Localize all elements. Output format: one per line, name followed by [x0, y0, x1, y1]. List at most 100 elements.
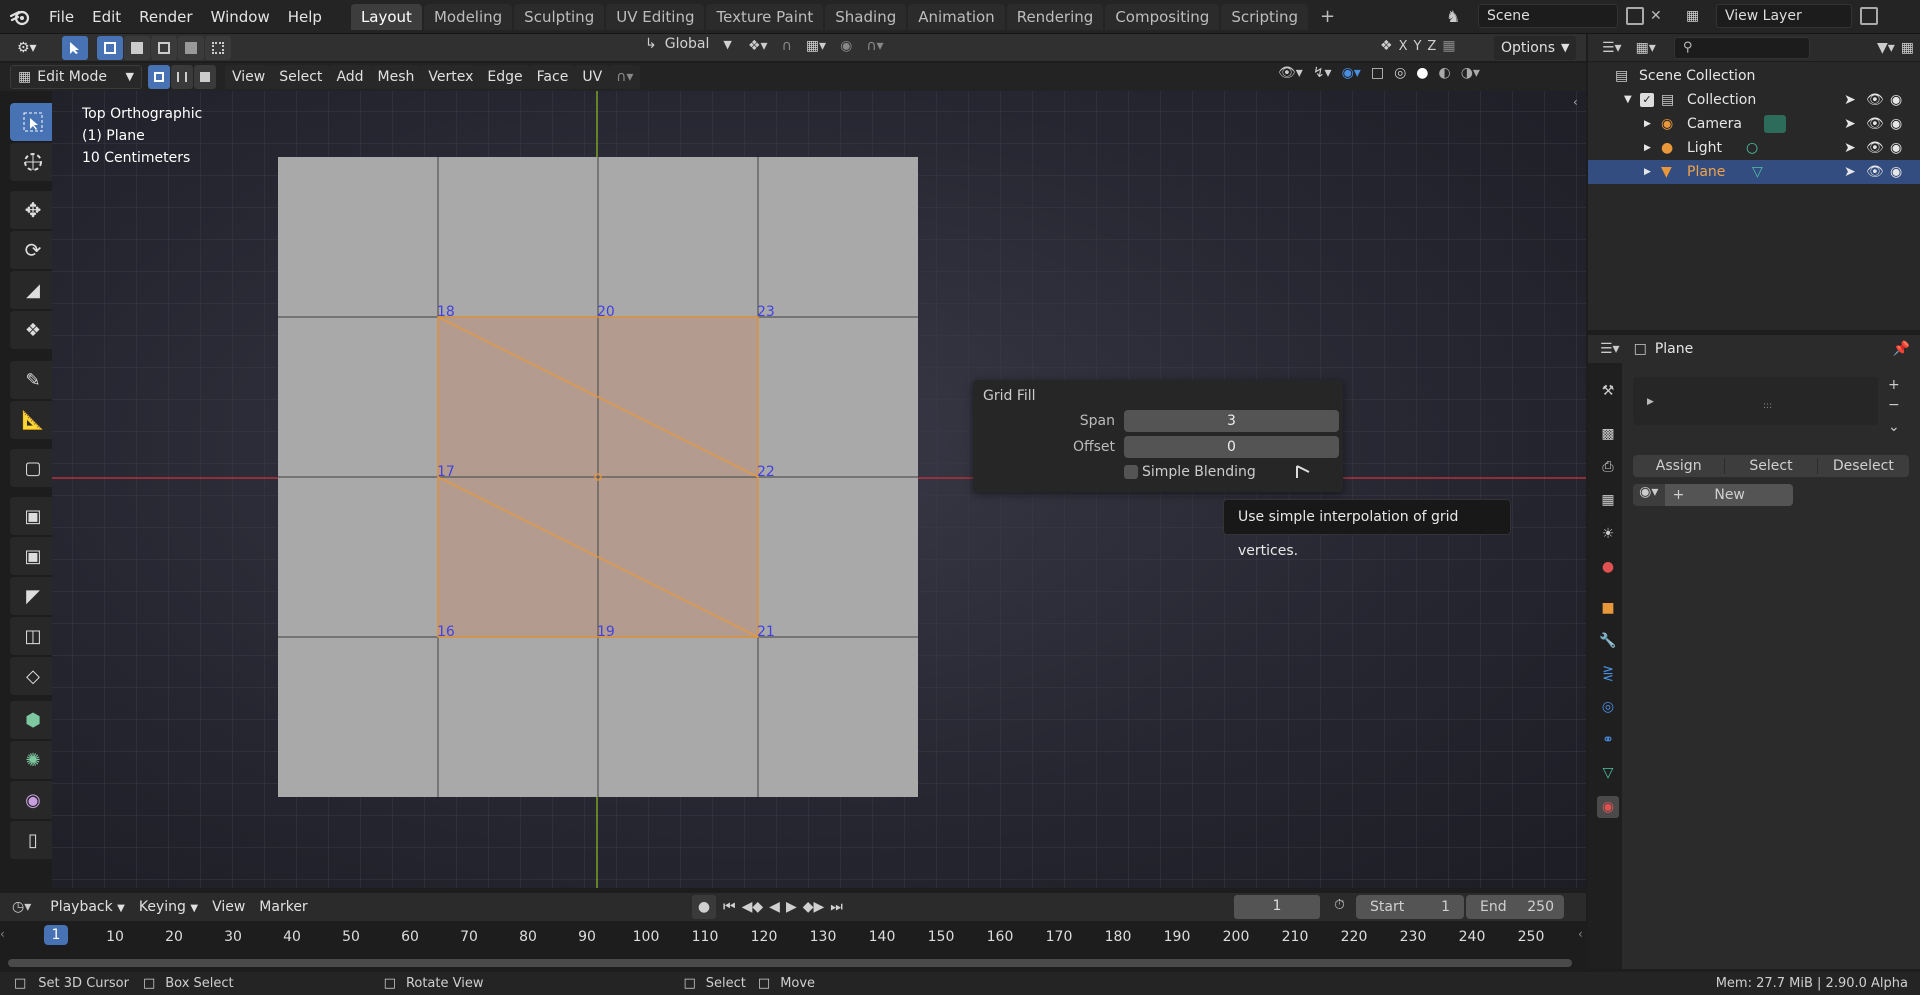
eye-icon[interactable]: 👁 [1866, 136, 1884, 160]
add-cube-tool-icon[interactable]: ▢ [10, 449, 56, 487]
auto-merge-icon[interactable]: ▦ [1442, 38, 1455, 54]
delete-scene-icon[interactable]: ✕ [1650, 8, 1662, 24]
tab-compositing[interactable]: Compositing [1105, 3, 1220, 30]
options-dropdown[interactable]: Options ▼ [1494, 36, 1576, 60]
scene-name-field[interactable]: Scene [1478, 4, 1618, 28]
tab-scripting[interactable]: Scripting [1221, 3, 1309, 30]
menu-vertex[interactable]: Vertex [421, 65, 481, 89]
playback-menu[interactable]: Playback ▼ [43, 895, 132, 919]
play-icon[interactable]: ▶ [786, 899, 797, 915]
start-frame-field[interactable]: Start 1 [1356, 895, 1464, 919]
tab-animation[interactable]: Animation [908, 3, 1005, 30]
outliner-search-input[interactable]: ⚲ [1673, 36, 1810, 59]
rotate-tool-icon[interactable]: ⟳ [10, 231, 56, 269]
new-collection-icon[interactable]: ▦ [1901, 40, 1914, 56]
menu-edge[interactable]: Edge [480, 65, 530, 89]
constraints-tab-icon[interactable]: ⚭ [1597, 729, 1619, 751]
move-tool-icon[interactable]: ✥ [10, 191, 56, 229]
modifier-tab-icon[interactable]: 🔧 [1597, 630, 1619, 652]
tab-texture-paint[interactable]: Texture Paint [706, 3, 824, 30]
selectable-icon[interactable]: ➤ [1844, 112, 1856, 136]
offset-field[interactable]: 0 [1124, 436, 1339, 458]
cursor-tool-icon[interactable] [10, 143, 56, 181]
measure-tool-icon[interactable]: 📐 [10, 401, 56, 439]
select-mode-intersect-icon[interactable] [205, 35, 231, 60]
new-scene-icon[interactable] [1626, 7, 1644, 25]
falloff-icon[interactable]: ∩▾ [866, 38, 883, 54]
add-workspace-button[interactable]: + [1310, 4, 1345, 30]
menu-render[interactable]: Render [130, 0, 201, 34]
scroll-left-icon[interactable]: ‹ [0, 927, 5, 941]
proportional-edit-icon[interactable]: ◉ [840, 38, 852, 54]
transform-orientation-dropdown[interactable]: ↳ Global ▼ [645, 36, 732, 52]
select-tool-icon[interactable] [62, 35, 88, 60]
menu-face[interactable]: Face [529, 65, 576, 89]
select-box-tool-icon[interactable] [10, 103, 56, 141]
edge-select-mode-icon[interactable] [171, 65, 193, 89]
jump-start-icon[interactable]: ⏮ [723, 899, 736, 915]
shear-tool-icon[interactable]: ▯ [10, 821, 56, 859]
expand-arrow-icon[interactable]: ▶ [1644, 136, 1651, 160]
expand-arrow-icon[interactable]: ▶ [1644, 160, 1651, 184]
output-tab-icon[interactable]: ⎙ [1597, 456, 1619, 478]
eye-icon[interactable]: 👁 [1866, 160, 1884, 184]
render-tab-icon[interactable]: ▩ [1597, 423, 1619, 445]
simple-blending-checkbox[interactable]: Simple Blending [1124, 464, 1256, 480]
xray-icon[interactable]: □ [1371, 65, 1384, 81]
tab-modeling[interactable]: Modeling [423, 3, 513, 30]
select-mode-invert-icon[interactable] [178, 35, 204, 60]
outliner-row-collection[interactable]: ▼ ✓ ▤ Collection ➤ 👁 ◉ [1588, 88, 1920, 112]
add-slot-icon[interactable]: + [1888, 377, 1900, 393]
grid-fill-title[interactable]: Grid Fill [983, 388, 1036, 404]
selectable-icon[interactable]: ➤ [1844, 160, 1856, 184]
collapse-sidebar-icon[interactable]: ‹ [1573, 95, 1578, 109]
selectable-icon[interactable]: ➤ [1844, 136, 1856, 160]
menu-help[interactable]: Help [279, 0, 331, 34]
outliner-row-scene-collection[interactable]: ▤ Scene Collection [1588, 64, 1920, 88]
tab-uv-editing[interactable]: UV Editing [606, 3, 705, 30]
outliner-row-camera[interactable]: ▶ ◉ Camera ➤ 👁 ◉ [1588, 112, 1920, 136]
scene-selector[interactable]: ♞ Scene ✕ [1446, 4, 1662, 28]
record-icon[interactable]: ● [692, 895, 716, 919]
3d-viewport[interactable]: Top Orthographic (1) Plane 10 Centimeter… [52, 91, 1586, 888]
inset-tool-icon[interactable]: ▣ [10, 537, 56, 575]
camera-render-icon[interactable]: ◉ [1890, 112, 1902, 136]
menu-window[interactable]: Window [202, 0, 279, 34]
transform-tool-icon[interactable]: ❖ [10, 311, 56, 349]
tool-tab-icon[interactable]: ⚒ [1597, 380, 1619, 402]
camera-render-icon[interactable]: ◉ [1890, 88, 1902, 112]
new-material-button[interactable]: + New [1664, 484, 1793, 506]
span-field[interactable]: 3 [1124, 410, 1339, 432]
snap-icon[interactable]: ∩ [782, 38, 792, 54]
mirror-y-toggle[interactable]: Y [1413, 39, 1421, 54]
view-layer-selector[interactable]: ▦ View Layer [1686, 4, 1878, 28]
material-tab-icon[interactable]: ◉ [1597, 796, 1619, 818]
vertex-select-mode-icon[interactable] [148, 65, 170, 89]
remove-slot-icon[interactable]: − [1888, 397, 1900, 413]
stopwatch-icon[interactable]: ⏱ [1334, 897, 1345, 913]
tab-shading[interactable]: Shading [825, 3, 907, 30]
tab-layout[interactable]: Layout [350, 3, 422, 30]
menu-uv[interactable]: UV [575, 65, 610, 89]
mirror-x-toggle[interactable]: X [1399, 39, 1408, 54]
loop-cut-tool-icon[interactable]: ◫ [10, 617, 56, 655]
annotate-tool-icon[interactable]: ✎ [10, 361, 56, 399]
outliner-row-plane[interactable]: ▶ ▼ Plane ▽ ➤ 👁 ◉ [1588, 160, 1920, 184]
select-mode-extend-icon[interactable] [124, 35, 150, 60]
bevel-tool-icon[interactable]: ◤ [10, 577, 56, 615]
camera-render-icon[interactable]: ◉ [1890, 136, 1902, 160]
object-tab-icon[interactable]: ■ [1597, 597, 1619, 619]
physics-tab-icon[interactable]: ◎ [1597, 696, 1619, 718]
face-select-mode-icon[interactable] [194, 65, 216, 89]
outliner-editor-icon[interactable]: ☰▾ [1602, 40, 1622, 56]
outliner-row-light[interactable]: ▶ ● Light ○ ➤ 👁 ◉ [1588, 136, 1920, 160]
filter-icon[interactable]: ▼▾ [1877, 40, 1895, 56]
mesh-data-tab-icon[interactable]: ▽ [1597, 762, 1619, 784]
tab-sculpting[interactable]: Sculpting [514, 3, 605, 30]
end-frame-field[interactable]: End 250 [1466, 895, 1564, 919]
next-keyframe-icon[interactable]: ◆▶ [803, 899, 825, 915]
material-shading-icon[interactable]: ◐ [1439, 65, 1451, 81]
select-mode-new-icon[interactable] [97, 35, 123, 60]
menu-view[interactable]: View [225, 65, 273, 89]
tab-rendering[interactable]: Rendering [1006, 3, 1104, 30]
